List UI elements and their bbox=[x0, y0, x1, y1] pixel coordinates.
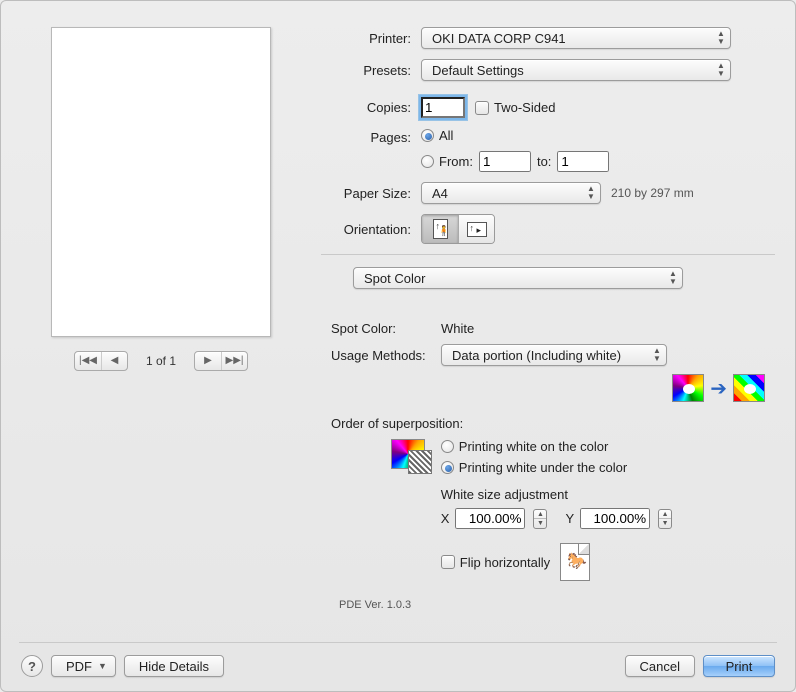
white-size-adjustment-label: White size adjustment bbox=[441, 487, 775, 502]
pages-to-input[interactable] bbox=[557, 151, 609, 172]
preview-page bbox=[51, 27, 271, 337]
presets-value: Default Settings bbox=[432, 63, 524, 78]
spot-color-label: Spot Color: bbox=[331, 321, 441, 336]
pager-label: 1 of 1 bbox=[146, 354, 176, 368]
radio-icon bbox=[441, 440, 454, 453]
orientation-toggle: ↑🧍 ↑▸ bbox=[421, 214, 495, 244]
separator bbox=[321, 254, 775, 255]
pager-prev-group: |◀◀ ◀ bbox=[74, 351, 128, 371]
section-value: Spot Color bbox=[364, 271, 425, 286]
section-popup[interactable]: Spot Color bbox=[353, 267, 683, 289]
radio-icon bbox=[441, 461, 454, 474]
dialog-content: |◀◀ ◀ 1 of 1 ▶ ▶▶| Printer: OKI DATA COR… bbox=[21, 21, 775, 631]
printer-value: OKI DATA CORP C941 bbox=[432, 31, 566, 46]
pdf-menu-button[interactable]: PDF ▼ bbox=[51, 655, 116, 677]
print-button[interactable]: Print bbox=[703, 655, 775, 677]
flip-horizontally-label: Flip horizontally bbox=[460, 555, 550, 570]
white-x-input[interactable] bbox=[455, 508, 525, 529]
updown-icon bbox=[668, 270, 678, 286]
copies-input[interactable] bbox=[421, 97, 465, 118]
pages-all-label: All bbox=[439, 128, 453, 143]
updown-icon bbox=[716, 30, 726, 46]
dialog-footer: ? PDF ▼ Hide Details Cancel Print bbox=[21, 655, 775, 677]
white-on-color-radio[interactable]: Printing white on the color bbox=[441, 439, 609, 454]
updown-icon bbox=[652, 347, 662, 363]
footer-separator bbox=[19, 642, 777, 643]
x-label: X bbox=[441, 511, 450, 526]
pages-from-label: From: bbox=[439, 154, 473, 169]
pdf-label: PDF bbox=[66, 659, 92, 674]
pages-options: All From: to: bbox=[421, 128, 609, 172]
white-y-input[interactable] bbox=[580, 508, 650, 529]
cancel-button[interactable]: Cancel bbox=[625, 655, 695, 677]
settings-column: Printer: OKI DATA CORP C941 Presets: Def… bbox=[321, 21, 775, 631]
pages-to-label: to: bbox=[537, 154, 551, 169]
two-sided-label: Two-Sided bbox=[494, 100, 555, 115]
pager-first-button[interactable]: |◀◀ bbox=[75, 352, 101, 370]
copies-label: Copies: bbox=[321, 100, 411, 115]
pages-from-input[interactable] bbox=[479, 151, 531, 172]
pages-from-radio[interactable]: From: bbox=[421, 154, 473, 169]
paper-dimensions: 210 by 297 mm bbox=[611, 186, 694, 200]
spot-color-value: White bbox=[441, 321, 474, 336]
y-label: Y bbox=[565, 511, 574, 526]
updown-icon bbox=[586, 185, 596, 201]
target-color-icon bbox=[733, 374, 765, 402]
preview-column: |◀◀ ◀ 1 of 1 ▶ ▶▶| bbox=[21, 21, 301, 631]
orientation-portrait-button[interactable]: ↑🧍 bbox=[422, 215, 458, 243]
flip-horizontally-checkbox[interactable]: Flip horizontally bbox=[441, 555, 550, 570]
checkbox-icon bbox=[441, 555, 455, 569]
orientation-landscape-button[interactable]: ↑▸ bbox=[458, 215, 494, 243]
source-color-icon bbox=[672, 374, 704, 402]
pde-version-label: PDE Ver. 1.0.3 bbox=[339, 599, 775, 611]
hide-details-button[interactable]: Hide Details bbox=[124, 655, 224, 677]
presets-label: Presets: bbox=[321, 63, 411, 78]
arrow-right-icon: ➔ bbox=[710, 376, 727, 401]
paper-size-label: Paper Size: bbox=[321, 186, 411, 201]
usage-methods-value: Data portion (Including white) bbox=[452, 348, 621, 363]
updown-icon bbox=[716, 62, 726, 78]
document-icon: 🐎 bbox=[560, 543, 590, 581]
printer-popup[interactable]: OKI DATA CORP C941 bbox=[421, 27, 731, 49]
help-button[interactable]: ? bbox=[21, 655, 43, 677]
presets-popup[interactable]: Default Settings bbox=[421, 59, 731, 81]
superposition-options: Printing white on the color Printing whi… bbox=[441, 439, 775, 581]
pager-next-button[interactable]: ▶ bbox=[195, 352, 221, 370]
y-stepper[interactable]: ▲▼ bbox=[658, 509, 672, 529]
landscape-page-icon: ↑▸ bbox=[467, 222, 487, 237]
portrait-page-icon: ↑🧍 bbox=[433, 219, 448, 239]
pager-last-button[interactable]: ▶▶| bbox=[221, 352, 247, 370]
superposition-icon bbox=[391, 439, 425, 469]
chevron-down-icon: ▼ bbox=[98, 661, 107, 671]
orientation-label: Orientation: bbox=[321, 222, 411, 237]
preview-pager: |◀◀ ◀ 1 of 1 ▶ ▶▶| bbox=[74, 351, 248, 371]
two-sided-checkbox[interactable]: Two-Sided bbox=[475, 100, 555, 115]
printer-label: Printer: bbox=[321, 31, 411, 46]
pages-label: Pages: bbox=[321, 130, 411, 145]
radio-icon bbox=[421, 155, 434, 168]
white-under-color-radio[interactable]: Printing white under the color bbox=[441, 460, 627, 475]
paper-size-value: A4 bbox=[432, 186, 448, 201]
checkbox-icon bbox=[475, 101, 489, 115]
x-stepper[interactable]: ▲▼ bbox=[533, 509, 547, 529]
pager-next-group: ▶ ▶▶| bbox=[194, 351, 248, 371]
order-superposition-label: Order of superposition: bbox=[331, 416, 775, 431]
paper-size-popup[interactable]: A4 bbox=[421, 182, 601, 204]
usage-methods-label: Usage Methods: bbox=[331, 348, 441, 363]
white-under-color-label: Printing white under the color bbox=[459, 460, 627, 475]
usage-methods-popup[interactable]: Data portion (Including white) bbox=[441, 344, 667, 366]
pager-prev-button[interactable]: ◀ bbox=[101, 352, 127, 370]
white-on-color-label: Printing white on the color bbox=[459, 439, 609, 454]
pages-all-radio[interactable]: All bbox=[421, 128, 453, 143]
print-dialog: |◀◀ ◀ 1 of 1 ▶ ▶▶| Printer: OKI DATA COR… bbox=[0, 0, 796, 692]
radio-icon bbox=[421, 129, 434, 142]
